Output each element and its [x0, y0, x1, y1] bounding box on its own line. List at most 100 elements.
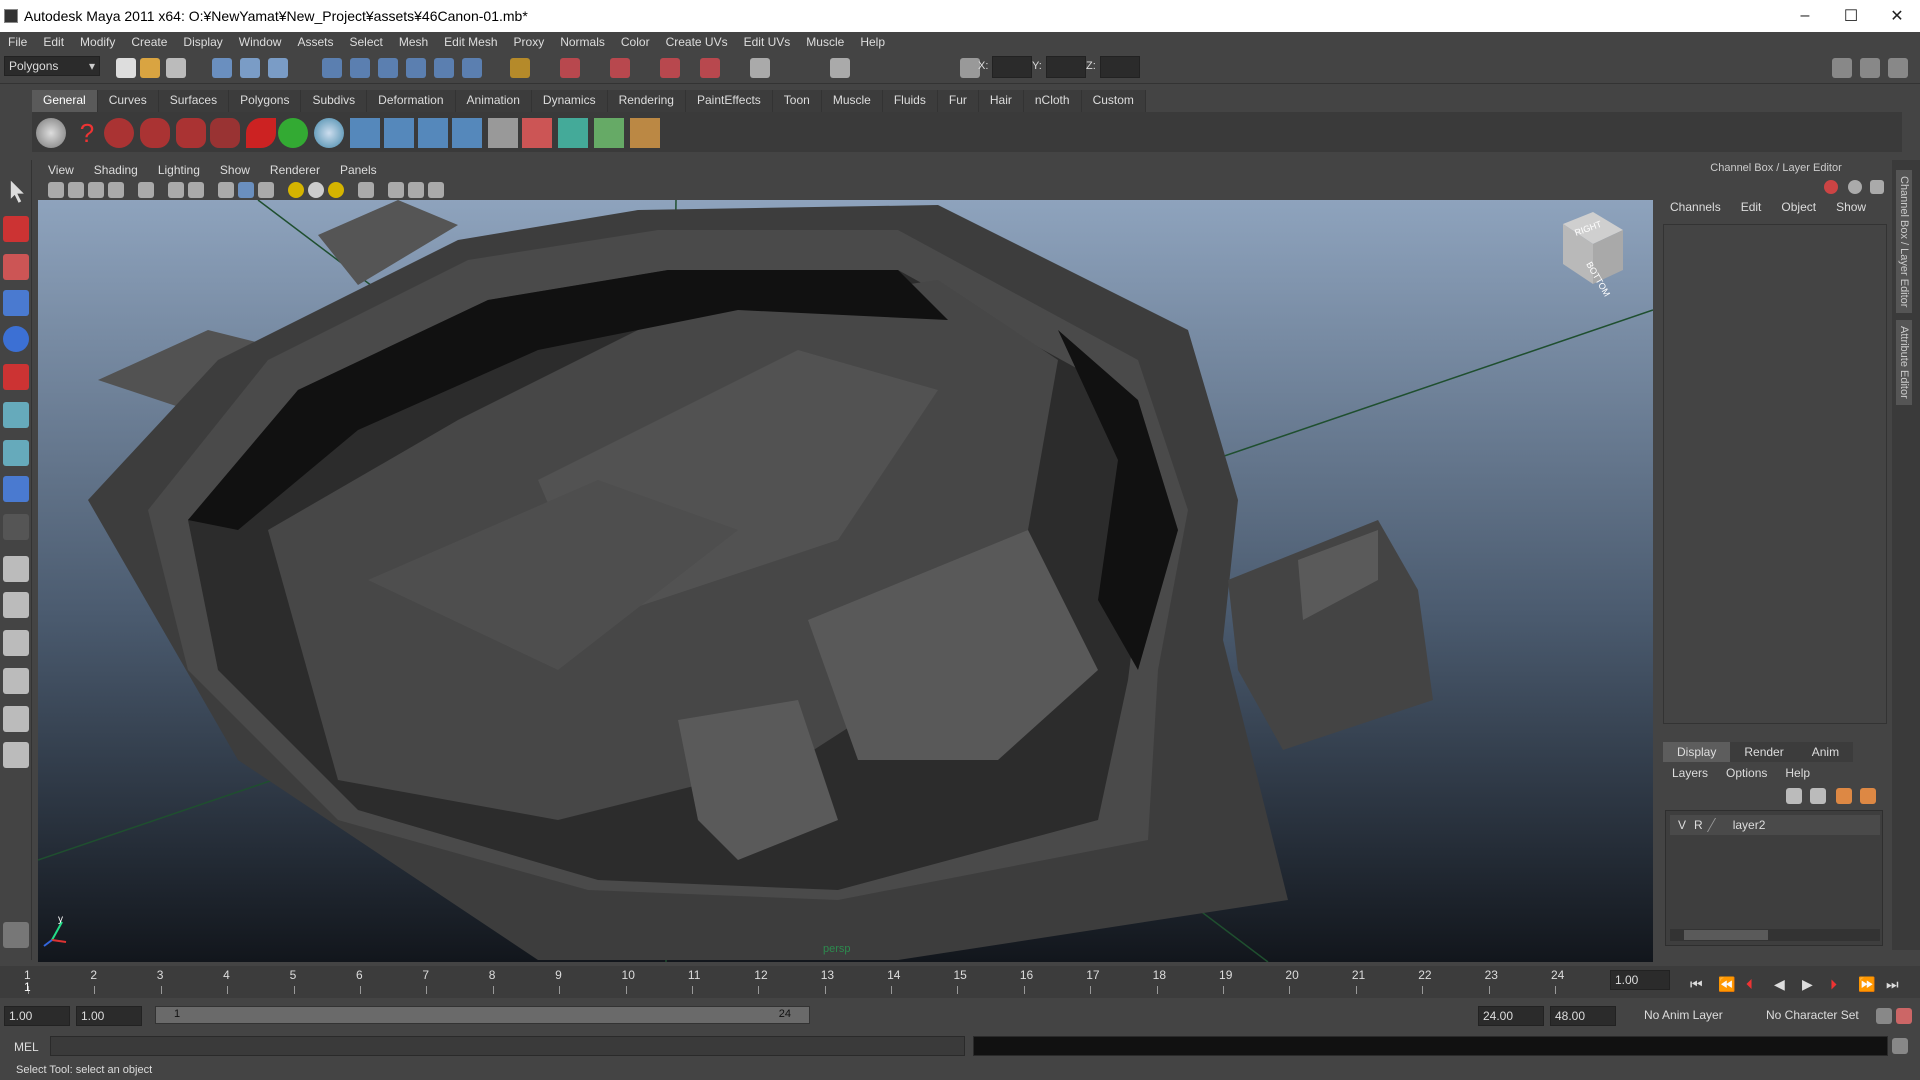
new-layer-selected-icon[interactable]: [1860, 788, 1876, 804]
film-gate-icon[interactable]: [168, 182, 184, 198]
minimize-button[interactable]: –: [1782, 0, 1828, 32]
shelf-tab-fur[interactable]: Fur: [937, 90, 979, 112]
layer-visibility-toggle[interactable]: V: [1678, 818, 1686, 832]
cb-menu-object[interactable]: Object: [1771, 200, 1826, 220]
select-hierarchy-icon[interactable]: [212, 58, 232, 78]
input-output-icon[interactable]: [750, 58, 770, 78]
cb-menu-channels[interactable]: Channels: [1660, 200, 1731, 220]
soft-mod-icon[interactable]: [3, 440, 29, 466]
outliner-persp-layout-icon[interactable]: [3, 742, 29, 768]
toggle-channel-box-icon[interactable]: [1888, 58, 1908, 78]
hypershade-icon[interactable]: [700, 58, 720, 78]
shelf-tab-dynamics[interactable]: Dynamics: [531, 90, 608, 112]
shelf-tool-6-icon[interactable]: [278, 118, 308, 148]
menu-edit[interactable]: Edit: [35, 35, 72, 49]
layer-menu-options[interactable]: Options: [1717, 766, 1776, 780]
command-language-label[interactable]: MEL: [14, 1040, 39, 1054]
wireframe-icon[interactable]: [218, 182, 234, 198]
layer-tab-display[interactable]: Display: [1663, 742, 1731, 762]
shelf-menu-icon[interactable]: [36, 118, 66, 148]
menu-create-uvs[interactable]: Create UVs: [658, 35, 736, 49]
menu-proxy[interactable]: Proxy: [506, 35, 553, 49]
vp-menu-panels[interactable]: Panels: [330, 163, 387, 177]
cb-menu-show[interactable]: Show: [1826, 200, 1876, 220]
shelf-tool-4-icon[interactable]: [210, 118, 240, 148]
select-camera-icon[interactable]: [48, 182, 64, 198]
shelf-tab-general[interactable]: General: [32, 90, 98, 112]
side-tab-channel-box[interactable]: Channel Box / Layer Editor: [1896, 170, 1912, 314]
animation-preferences-icon[interactable]: [1896, 1008, 1912, 1024]
playback-start-field[interactable]: 1.00: [76, 1006, 142, 1026]
xray-icon[interactable]: [388, 182, 404, 198]
menu-assets[interactable]: Assets: [289, 35, 341, 49]
close-button[interactable]: ✕: [1874, 0, 1920, 32]
shelf-tab-polygons[interactable]: Polygons: [229, 90, 302, 112]
last-tool-icon[interactable]: [3, 514, 29, 540]
joint-tool-4-icon[interactable]: [452, 118, 482, 148]
shade-wire-icon[interactable]: [258, 182, 274, 198]
isolate-select-icon[interactable]: [358, 182, 374, 198]
open-scene-icon[interactable]: [140, 58, 160, 78]
history-icon[interactable]: [462, 58, 482, 78]
layer-horizontal-scrollbar[interactable]: [1670, 929, 1880, 941]
x-field[interactable]: [992, 56, 1032, 78]
playback-end-field[interactable]: 24.00: [1478, 1006, 1544, 1026]
render-settings-icon[interactable]: [660, 58, 680, 78]
quick-layout-icon[interactable]: [3, 922, 29, 948]
play-forward-button[interactable]: ▶: [1802, 976, 1813, 993]
play-backward-button[interactable]: ◀: [1774, 976, 1785, 993]
joint-tool-2-icon[interactable]: [384, 118, 414, 148]
menu-edit-mesh[interactable]: Edit Mesh: [436, 35, 505, 49]
shelf-tab-ncloth[interactable]: nCloth: [1023, 90, 1082, 112]
go-to-end-button[interactable]: ⏭: [1886, 976, 1899, 993]
persp-hypershade-layout-icon[interactable]: [3, 706, 29, 732]
script-editor-icon[interactable]: [1892, 1038, 1908, 1054]
start-time-field[interactable]: 1.00: [4, 1006, 70, 1026]
shelf-tab-custom[interactable]: Custom: [1081, 90, 1146, 112]
vp-menu-view[interactable]: View: [38, 163, 84, 177]
menu-help[interactable]: Help: [852, 35, 893, 49]
current-frame-marker[interactable]: 1: [24, 980, 31, 994]
shelf-tab-deformation[interactable]: Deformation: [367, 90, 456, 112]
layer-menu-help[interactable]: Help: [1776, 766, 1819, 780]
step-back-key-button[interactable]: ⏪: [1718, 976, 1735, 993]
character-set-dropdown[interactable]: No Character Set: [1762, 1006, 1872, 1026]
paint-select-icon[interactable]: [3, 254, 29, 280]
single-perspective-layout-icon[interactable]: [3, 556, 29, 582]
outliner-icon[interactable]: [830, 58, 850, 78]
menu-normals[interactable]: Normals: [552, 35, 613, 49]
y-field[interactable]: [1046, 56, 1086, 78]
lock-icon[interactable]: [510, 58, 530, 78]
rotate-tool-icon[interactable]: [3, 326, 29, 352]
go-to-start-button[interactable]: ⏮: [1690, 976, 1703, 993]
shelf-tab-painteffects[interactable]: PaintEffects: [685, 90, 773, 112]
3d-scene[interactable]: RIGHT BOTTOM y persp: [38, 200, 1653, 962]
channel-list[interactable]: [1663, 224, 1887, 724]
lasso-tool-icon[interactable]: [3, 216, 29, 242]
layer-scrollbar-thumb[interactable]: [1684, 930, 1768, 940]
menu-display[interactable]: Display: [175, 35, 230, 49]
paint-brush-icon[interactable]: [630, 118, 660, 148]
menu-create[interactable]: Create: [123, 35, 175, 49]
vp-menu-renderer[interactable]: Renderer: [260, 163, 330, 177]
cube-grid-icon[interactable]: [594, 118, 624, 148]
cube-render-icon[interactable]: [558, 118, 588, 148]
hyper-icon[interactable]: [1870, 180, 1884, 194]
smooth-shade-icon[interactable]: [238, 182, 254, 198]
shelf-tab-surfaces[interactable]: Surfaces: [158, 90, 230, 112]
xray-joints-icon[interactable]: [408, 182, 424, 198]
joint-tool-1-icon[interactable]: [350, 118, 380, 148]
end-time-field[interactable]: 48.00: [1550, 1006, 1616, 1026]
step-forward-frame-button[interactable]: ⏵: [1830, 976, 1837, 993]
menu-window[interactable]: Window: [231, 35, 290, 49]
persp-graph-layout-icon[interactable]: [3, 630, 29, 656]
new-layer-icon[interactable]: [1836, 788, 1852, 804]
snap-curve-icon[interactable]: [350, 58, 370, 78]
menu-modify[interactable]: Modify: [72, 35, 123, 49]
four-view-layout-icon[interactable]: [3, 592, 29, 618]
layer-menu-layers[interactable]: Layers: [1663, 766, 1717, 780]
select-component-icon[interactable]: [268, 58, 288, 78]
image-plane-icon[interactable]: [108, 182, 124, 198]
shelf-tab-animation[interactable]: Animation: [455, 90, 532, 112]
shelf-tab-subdivs[interactable]: Subdivs: [301, 90, 368, 112]
